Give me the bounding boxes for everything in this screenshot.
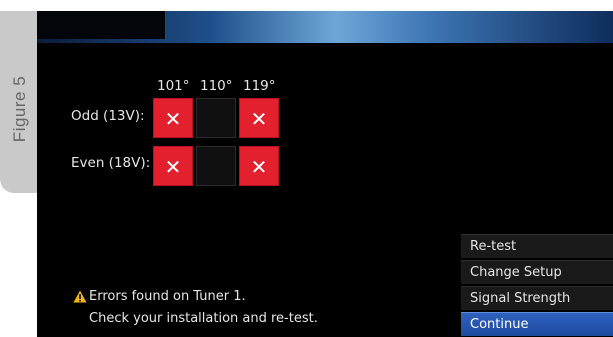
error-x-icon: ✕ <box>164 155 182 179</box>
menu-item-continue[interactable]: Continue <box>461 312 613 336</box>
satellite-header-119: 119° <box>243 78 276 94</box>
warning-icon <box>73 290 87 303</box>
error-message-line2: Check your installation and re-test. <box>89 311 318 326</box>
tv-screen: 101° 110° 119° Odd (13V): Even (18V): ✕ … <box>37 11 613 337</box>
row-label-odd: Odd (13V): <box>71 108 145 124</box>
figure-tab: Figure 5 <box>0 11 40 193</box>
status-cell-odd-119: ✕ <box>239 98 279 138</box>
menu-item-signal-strength[interactable]: Signal Strength <box>461 286 613 310</box>
row-label-even: Even (18V): <box>71 155 151 171</box>
status-cell-even-119: ✕ <box>239 146 279 186</box>
menu-item-retest[interactable]: Re-test <box>461 234 613 258</box>
status-cell-odd-101: ✕ <box>153 98 193 138</box>
status-cell-even-110 <box>196 146 236 186</box>
menu-item-change-setup[interactable]: Change Setup <box>461 260 613 284</box>
status-cell-odd-110 <box>196 98 236 138</box>
satellite-header-101: 101° <box>157 78 190 94</box>
error-message-line1: Errors found on Tuner 1. <box>89 289 246 304</box>
error-x-icon: ✕ <box>250 155 268 179</box>
error-x-icon: ✕ <box>250 107 268 131</box>
action-menu: Re-test Change Setup Signal Strength Con… <box>461 234 613 337</box>
header-tab <box>37 11 166 39</box>
satellite-header-110: 110° <box>200 78 233 94</box>
error-x-icon: ✕ <box>164 107 182 131</box>
figure-label: Figure 5 <box>10 75 29 143</box>
status-cell-even-101: ✕ <box>153 146 193 186</box>
